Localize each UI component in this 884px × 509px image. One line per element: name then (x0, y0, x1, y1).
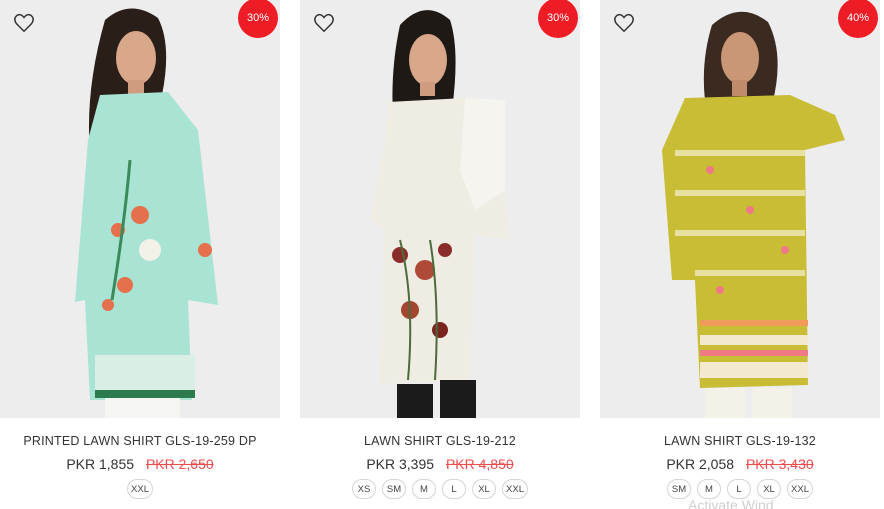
original-price: PKR 4,850 (445, 456, 514, 472)
activation-watermark: Activate Wind (688, 497, 774, 509)
size-option-xs[interactable]: XS (352, 479, 377, 499)
size-option-xxl[interactable]: XXL (127, 479, 153, 499)
size-option-l[interactable]: L (727, 479, 752, 499)
wishlist-heart-icon[interactable] (613, 12, 635, 34)
wishlist-heart-icon[interactable] (13, 12, 35, 34)
product-grid: 30% PRINTED LAWN SHIRT GLS-19-259 DP PKR… (0, 0, 884, 509)
product-name[interactable]: LAWN SHIRT GLS-19-212 (300, 434, 580, 448)
wishlist-heart-icon[interactable] (313, 12, 335, 34)
size-options: SM M L XL XXL (600, 479, 880, 499)
product-image[interactable]: 30% (300, 0, 580, 418)
size-option-xl[interactable]: XL (757, 479, 782, 499)
product-prices: PKR 1,855 PKR 2,650 (0, 456, 280, 472)
product-prices: PKR 3,395 PKR 4,850 (300, 456, 580, 472)
size-option-xxl[interactable]: XXL (502, 479, 528, 499)
size-options: XS SM M L XL XXL (300, 479, 580, 499)
product-image[interactable]: 30% (0, 0, 280, 418)
sale-price: PKR 1,855 (66, 456, 135, 472)
sale-price: PKR 3,395 (366, 456, 435, 472)
original-price: PKR 3,430 (745, 456, 814, 472)
size-option-xxl[interactable]: XXL (787, 479, 813, 499)
product-image[interactable]: 40% (600, 0, 880, 418)
product-card[interactable]: 30% LAWN SHIRT GLS-19-212 PKR 3,395 PKR … (300, 0, 580, 509)
size-option-l[interactable]: L (442, 479, 467, 499)
size-option-sm[interactable]: SM (382, 479, 407, 499)
size-options: XXL (0, 479, 280, 499)
size-option-m[interactable]: M (697, 479, 722, 499)
product-card[interactable]: 30% PRINTED LAWN SHIRT GLS-19-259 DP PKR… (0, 0, 280, 509)
sale-price: PKR 2,058 (666, 456, 735, 472)
size-option-xl[interactable]: XL (472, 479, 497, 499)
product-prices: PKR 2,058 PKR 3,430 (600, 456, 880, 472)
product-card[interactable]: 40% LAWN SHIRT GLS-19-132 PKR 2,058 PKR … (600, 0, 880, 509)
product-name[interactable]: PRINTED LAWN SHIRT GLS-19-259 DP (0, 434, 280, 448)
original-price: PKR 2,650 (145, 456, 214, 472)
product-name[interactable]: LAWN SHIRT GLS-19-132 (600, 434, 880, 448)
size-option-sm[interactable]: SM (667, 479, 692, 499)
size-option-m[interactable]: M (412, 479, 437, 499)
